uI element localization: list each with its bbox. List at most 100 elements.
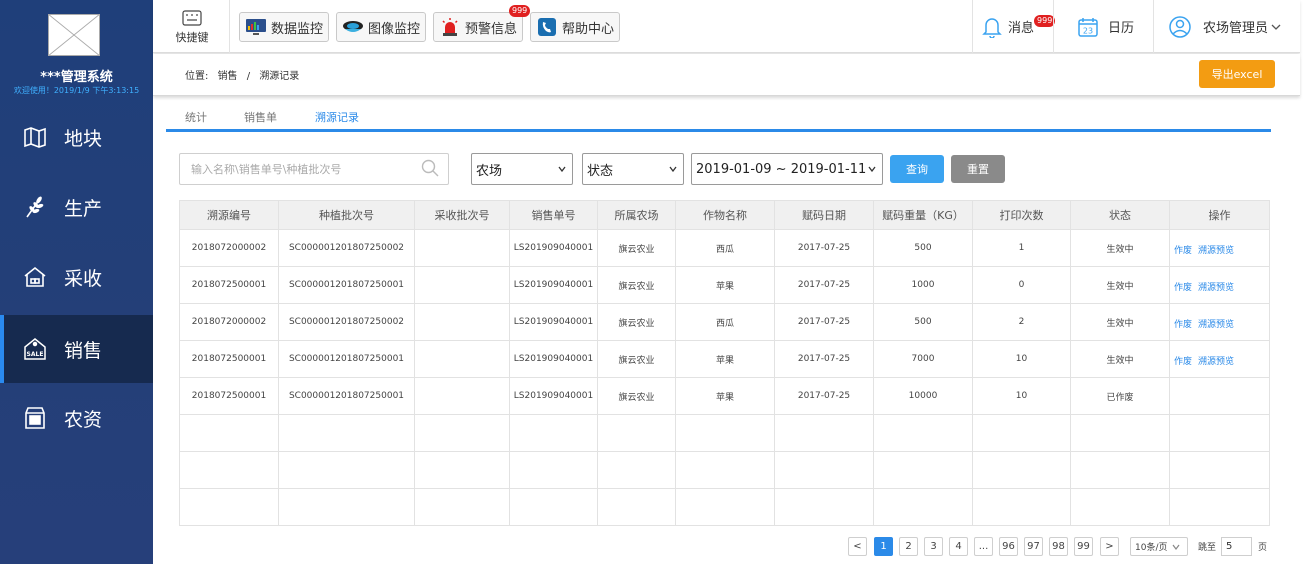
sidebar-item-sales[interactable]: SALE 销售 <box>0 315 153 383</box>
table-cell: 生效中 <box>1070 229 1170 267</box>
tab-trace-records[interactable]: 溯源记录 <box>315 109 359 125</box>
top-bar: 快捷键 数据监控 图像监控 预警信息 999 帮助中心 消息 999 23 日历 <box>153 0 1300 53</box>
page-button-3[interactable]: 3 <box>924 537 943 556</box>
bell-icon <box>982 17 1002 38</box>
alert-info-button[interactable]: 预警信息 999 <box>433 5 531 42</box>
sidebar: ***管理系统 欢迎使用！2019/1/9 下午3:13:15 地块 生产 采收… <box>0 0 153 564</box>
table-cell: 2017-07-25 <box>774 266 874 304</box>
table-cell: 10000 <box>873 377 973 415</box>
page-ellipsis[interactable]: ... <box>974 537 993 556</box>
trace-preview-link[interactable]: 溯源预览 <box>1198 246 1234 256</box>
page-size-select[interactable]: 10条/页 <box>1130 537 1188 556</box>
jump-label: 跳至 <box>1198 543 1217 553</box>
reset-button[interactable]: 重置 <box>951 155 1005 183</box>
actions-cell <box>1169 377 1270 415</box>
divider <box>972 0 973 53</box>
table-cell: 苹果 <box>675 377 775 415</box>
empty-cell <box>774 414 874 452</box>
sidebar-item-production[interactable]: 生产 <box>0 173 153 241</box>
user-menu[interactable]: 农场管理员 <box>1169 0 1281 53</box>
status-select[interactable]: 状态 <box>582 153 684 185</box>
table-cell: 旗云农业 <box>597 229 676 267</box>
trace-preview-link[interactable]: 溯源预览 <box>1198 283 1234 293</box>
shortcut-button[interactable]: 快捷键 <box>169 10 215 45</box>
empty-cell <box>1070 414 1170 452</box>
page-button-4[interactable]: 4 <box>949 537 968 556</box>
void-link[interactable]: 作废 <box>1174 283 1192 293</box>
table-cell: 1 <box>972 229 1071 267</box>
void-link[interactable]: 作废 <box>1174 357 1192 367</box>
export-excel-button[interactable]: 导出excel <box>1199 60 1275 88</box>
date-range-select[interactable]: 2019-01-09 ~ 2019-01-11 <box>691 153 883 185</box>
table-header-row: 溯源编号 种植批次号 采收批次号 销售单号 所属农场 作物名称 赋码日期 赋码重… <box>179 200 1270 230</box>
sidebar-item-label: 农资 <box>64 408 103 431</box>
table-cell: 2018072000002 <box>179 229 279 267</box>
calendar-icon: 23 <box>1078 17 1098 37</box>
page-button-2[interactable]: 2 <box>899 537 918 556</box>
table-cell: 2017-07-25 <box>774 303 874 341</box>
search-input[interactable] <box>179 153 449 185</box>
help-center-button[interactable]: 帮助中心 <box>530 12 621 42</box>
empty-cell <box>179 414 279 452</box>
jump-page-input[interactable] <box>1221 537 1252 556</box>
column-header: 作物名称 <box>675 200 775 230</box>
void-link[interactable]: 作废 <box>1174 246 1192 256</box>
table-cell: 2017-07-25 <box>774 377 874 415</box>
trace-records-table: 溯源编号 种植批次号 采收批次号 销售单号 所属农场 作物名称 赋码日期 赋码重… <box>179 200 1270 526</box>
sidebar-item-label: 地块 <box>64 127 103 150</box>
table-cell: 旗云农业 <box>597 340 676 378</box>
sidebar-item-supplies[interactable]: 农资 <box>0 384 153 452</box>
empty-cell <box>873 414 973 452</box>
table-cell: 生效中 <box>1070 340 1170 378</box>
table-cell: 2 <box>972 303 1071 341</box>
table-cell: SC000001201807250001 <box>278 377 415 415</box>
table-cell: 西瓜 <box>675 229 775 267</box>
table-cell <box>414 340 510 378</box>
warehouse-icon <box>22 264 48 290</box>
svg-text:SALE: SALE <box>27 351 44 358</box>
chevron-down-icon <box>669 166 677 172</box>
farm-select-value: 农场 <box>476 163 503 179</box>
prev-page-button[interactable]: < <box>848 537 867 556</box>
breadcrumb-sales[interactable]: 销售 <box>218 71 238 82</box>
page-button-96[interactable]: 96 <box>999 537 1018 556</box>
table-cell <box>414 303 510 341</box>
empty-cell <box>278 414 415 452</box>
page-button-1[interactable]: 1 <box>874 537 893 556</box>
table-cell <box>414 229 510 267</box>
messages-label: 消息 <box>1008 21 1035 36</box>
empty-cell <box>509 488 598 526</box>
actions-cell: 作废 溯源预览 <box>1169 340 1270 378</box>
calendar-button[interactable]: 23 日历 <box>1078 0 1134 53</box>
table-cell: LS201909040001 <box>509 229 598 267</box>
shortcut-label: 快捷键 <box>175 31 209 44</box>
table-cell: 旗云农业 <box>597 303 676 341</box>
empty-cell <box>972 451 1071 489</box>
table-row: 2018072000002 SC000001201807250002 LS20190… <box>179 303 1270 341</box>
query-button[interactable]: 查询 <box>890 155 944 183</box>
messages-button[interactable]: 消息 999 <box>982 0 1056 53</box>
tab-sales-order[interactable]: 销售单 <box>244 109 277 125</box>
void-link[interactable]: 作废 <box>1174 320 1192 330</box>
page-size-value: 10条/页 <box>1135 543 1168 553</box>
page-button-97[interactable]: 97 <box>1024 537 1043 556</box>
tab-statistics[interactable]: 统计 <box>185 109 207 125</box>
chevron-down-icon <box>1172 544 1179 550</box>
keyboard-icon <box>182 10 202 26</box>
empty-cell <box>1169 451 1270 489</box>
trace-preview-link[interactable]: 溯源预览 <box>1198 357 1234 367</box>
page-unit-label: 页 <box>1258 543 1268 553</box>
breadcrumb-current: 溯源记录 <box>259 71 300 82</box>
trace-preview-link[interactable]: 溯源预览 <box>1198 320 1234 330</box>
farm-select[interactable]: 农场 <box>471 153 573 185</box>
next-page-button[interactable]: > <box>1100 537 1119 556</box>
camera-monitor-button[interactable]: 图像监控 <box>336 12 427 42</box>
table-cell: 1000 <box>873 266 973 304</box>
data-monitor-button[interactable]: 数据监控 <box>239 12 330 42</box>
help-phone-icon <box>536 16 558 38</box>
page-button-98[interactable]: 98 <box>1049 537 1068 556</box>
sidebar-item-plot[interactable]: 地块 <box>0 103 153 171</box>
sidebar-item-harvest[interactable]: 采收 <box>0 243 153 311</box>
page-button-99[interactable]: 99 <box>1074 537 1093 556</box>
date-range-value: 2019-01-09 ~ 2019-01-11 <box>696 161 867 177</box>
